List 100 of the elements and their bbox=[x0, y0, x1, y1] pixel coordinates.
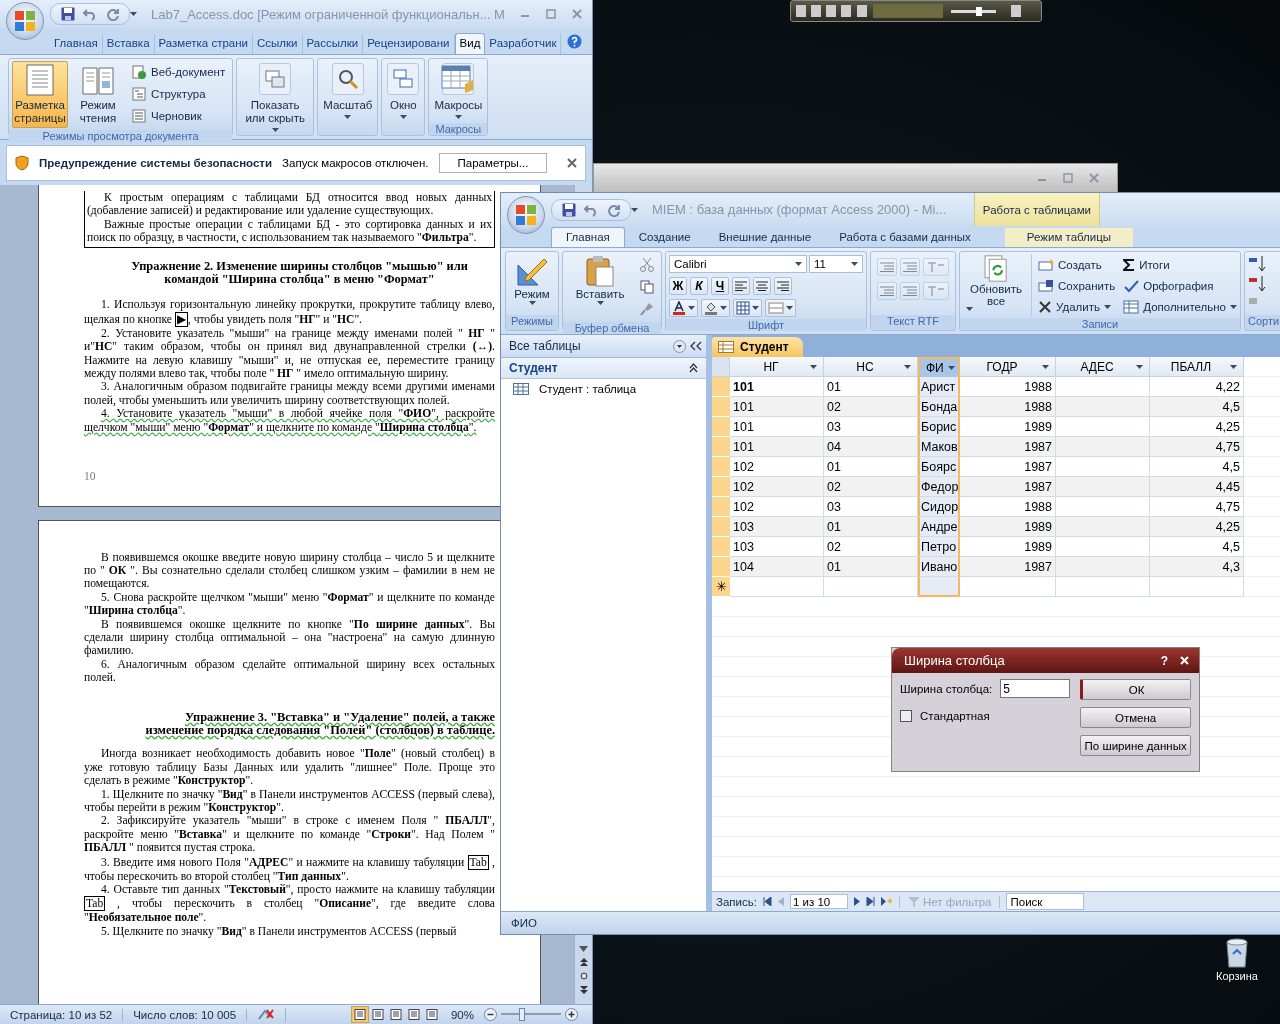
dialog-button[interactable]: По ширине данных bbox=[1080, 735, 1191, 756]
view-button[interactable]: Режим bbox=[509, 254, 555, 313]
media-player-drawing[interactable] bbox=[790, 0, 1042, 22]
save-icon[interactable] bbox=[562, 202, 576, 217]
scroll-down-icon[interactable] bbox=[579, 946, 588, 952]
table-cell[interactable]: Борис bbox=[918, 417, 960, 437]
paste-button[interactable]: Вставить bbox=[566, 254, 634, 320]
previous-record-icon[interactable] bbox=[777, 897, 784, 906]
table-cell[interactable]: Ивано bbox=[918, 557, 960, 577]
help-icon[interactable] bbox=[567, 34, 583, 49]
column-header[interactable]: НС bbox=[824, 357, 918, 377]
table-cell[interactable]: 103 bbox=[730, 517, 824, 537]
redo-icon[interactable] bbox=[105, 7, 119, 21]
table-cell[interactable]: 1989 bbox=[960, 517, 1056, 537]
table-cell[interactable] bbox=[960, 577, 1056, 597]
table-cell[interactable] bbox=[1056, 477, 1150, 497]
redo-icon[interactable] bbox=[606, 202, 620, 217]
ribbon-menu-button[interactable]: Показать или скрыть bbox=[240, 61, 311, 134]
table-cell[interactable] bbox=[1056, 397, 1150, 417]
ribbon-menu-button[interactable]: Окно bbox=[385, 61, 422, 121]
ribbon-tab[interactable]: Режим таблицы bbox=[1004, 228, 1134, 247]
ribbon-tab[interactable]: Главная bbox=[551, 227, 625, 247]
table-cell[interactable]: 101 bbox=[730, 397, 824, 417]
align-left-button[interactable] bbox=[732, 277, 750, 295]
browse-object-icon[interactable] bbox=[579, 972, 588, 980]
list-button[interactable] bbox=[900, 258, 920, 276]
width-input[interactable]: 5 bbox=[1000, 679, 1071, 698]
table-cell[interactable] bbox=[1056, 577, 1150, 597]
italic-button[interactable]: К bbox=[690, 277, 708, 295]
record-command[interactable]: Дополнительно bbox=[1123, 297, 1237, 316]
table-cell[interactable]: 02 bbox=[824, 477, 918, 497]
zoom-level[interactable]: 90% bbox=[440, 1008, 484, 1021]
column-header[interactable]: ФИ bbox=[918, 357, 960, 377]
collapse-icon[interactable] bbox=[690, 341, 702, 351]
ribbon-tab[interactable]: Внешние данные bbox=[704, 228, 826, 247]
save-icon[interactable] bbox=[61, 7, 75, 21]
record-command[interactable]: Удалить bbox=[1038, 297, 1116, 316]
slider-thumb[interactable] bbox=[519, 1008, 525, 1021]
table-cell[interactable]: 01 bbox=[824, 557, 918, 577]
nav-pane-header[interactable]: Все таблицы bbox=[501, 335, 706, 358]
maximize-icon[interactable] bbox=[1063, 173, 1073, 183]
desktop-icon[interactable]: Корзина bbox=[1205, 936, 1269, 982]
office-button[interactable] bbox=[507, 195, 545, 234]
record-command[interactable]: Орфография bbox=[1123, 276, 1237, 295]
table-cell[interactable]: 01 bbox=[824, 517, 918, 537]
scissors-icon[interactable] bbox=[640, 258, 654, 272]
next-page-icon[interactable] bbox=[579, 986, 588, 994]
close-icon[interactable] bbox=[567, 158, 577, 168]
table-cell[interactable]: 1987 bbox=[960, 477, 1056, 497]
table-cell[interactable]: Петро bbox=[918, 537, 960, 557]
table-cell[interactable] bbox=[1056, 557, 1150, 577]
options-button[interactable]: Параметры... bbox=[438, 153, 548, 173]
last-record-icon[interactable] bbox=[865, 897, 875, 906]
record-command[interactable]: Создать bbox=[1038, 255, 1116, 274]
record-command[interactable]: Сохранить bbox=[1038, 276, 1116, 295]
underline-button[interactable]: Ч bbox=[711, 277, 729, 295]
column-header[interactable]: ГОДР bbox=[960, 357, 1056, 377]
first-record-icon[interactable] bbox=[762, 897, 772, 906]
dialog-button[interactable]: Отмена bbox=[1080, 707, 1191, 728]
dropdown-icon[interactable] bbox=[673, 339, 686, 353]
table-cell[interactable]: Андре bbox=[918, 517, 960, 537]
table-cell[interactable]: Федор bbox=[918, 477, 960, 497]
document-tab[interactable]: Студент bbox=[712, 337, 803, 357]
table-cell[interactable]: Бонда bbox=[918, 397, 960, 417]
view-button[interactable]: Веб-документ bbox=[128, 62, 230, 82]
copy-icon[interactable] bbox=[640, 280, 654, 294]
collapse-up-icon[interactable] bbox=[689, 363, 698, 373]
search-field[interactable]: Поиск bbox=[1006, 893, 1085, 910]
table-cell[interactable]: 1987 bbox=[960, 437, 1056, 457]
maximize-icon[interactable] bbox=[546, 9, 556, 19]
zoom-out-icon[interactable] bbox=[484, 1008, 497, 1021]
record-command[interactable]: Итоги bbox=[1123, 255, 1237, 274]
brush-icon[interactable] bbox=[640, 302, 654, 316]
table-cell[interactable]: Арист bbox=[918, 377, 960, 397]
record-position-field[interactable]: 1 из 10 bbox=[789, 894, 848, 909]
dialog-button[interactable]: ОК bbox=[1080, 679, 1191, 700]
list-button[interactable] bbox=[877, 282, 897, 300]
table-cell[interactable]: 04 bbox=[824, 437, 918, 457]
table-cell[interactable]: Сидор bbox=[918, 497, 960, 517]
table-cell[interactable]: 1987 bbox=[960, 557, 1056, 577]
fill-color-button[interactable] bbox=[701, 299, 730, 317]
word-count[interactable]: Число слов: 10 005 bbox=[123, 1008, 248, 1021]
table-cell[interactable]: 104 bbox=[730, 557, 824, 577]
paragraph-button[interactable] bbox=[923, 258, 949, 276]
nav-item[interactable]: Студент : таблица bbox=[501, 379, 706, 399]
view-button[interactable]: Черновик bbox=[128, 106, 230, 126]
undo-icon[interactable] bbox=[584, 202, 598, 217]
table-cell[interactable]: 102 bbox=[730, 477, 824, 497]
ribbon-menu-button[interactable]: Макросы bbox=[432, 61, 485, 121]
column-header[interactable]: ПБАЛЛ bbox=[1150, 357, 1244, 377]
table-cell[interactable] bbox=[1056, 517, 1150, 537]
align-right-button[interactable] bbox=[774, 277, 792, 295]
table-cell[interactable]: 1988 bbox=[960, 397, 1056, 417]
align-center-button[interactable] bbox=[753, 277, 771, 295]
row-color-button[interactable] bbox=[765, 299, 796, 317]
view-mode-button[interactable] bbox=[350, 1006, 369, 1023]
new-record-icon[interactable] bbox=[880, 897, 893, 906]
list-button[interactable] bbox=[900, 282, 920, 300]
table-cell[interactable]: 101 bbox=[730, 437, 824, 457]
table-cell[interactable]: 4,5 bbox=[1150, 397, 1244, 417]
